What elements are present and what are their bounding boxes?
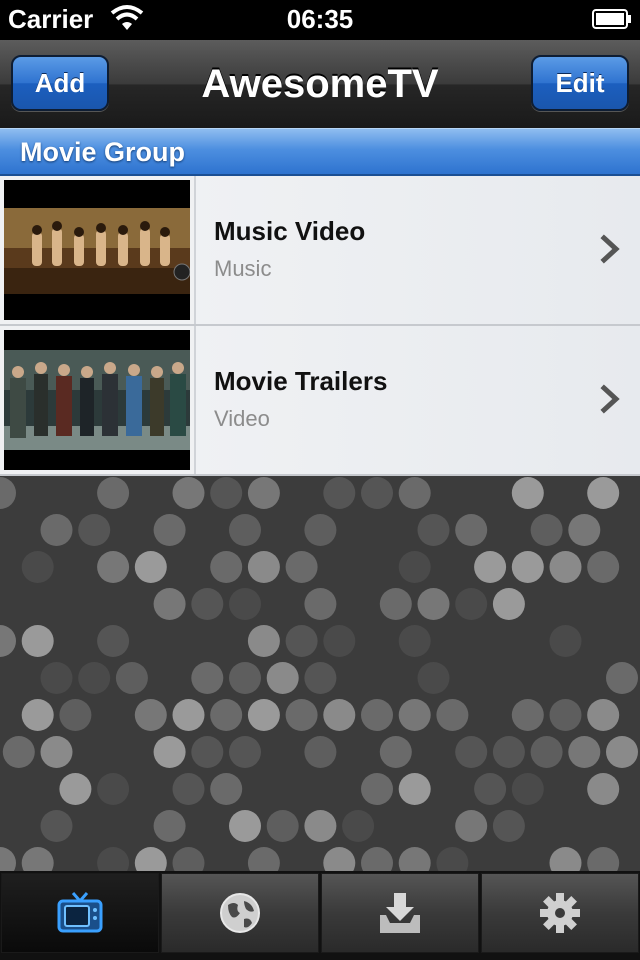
status-bar: Carrier 06:35 [0,0,640,40]
tab-downloads[interactable] [321,873,479,953]
add-button[interactable]: Add [11,55,109,111]
list-item-movie-trailers[interactable]: Movie Trailers Video [0,326,640,476]
row-title: Movie Trailers [214,366,388,396]
thumbnail-cell [0,176,196,324]
background-pattern [0,476,640,871]
section-header: Movie Group [0,128,640,176]
chevron-right-icon [600,384,622,414]
row-subtitle: Music [214,256,272,281]
row-title: Music Video [214,216,366,246]
navigation-bar: AwesomeTV Add Edit [0,40,640,129]
edit-button[interactable]: Edit [531,55,629,111]
list-item-music-video[interactable]: Music Video Music [0,176,640,326]
video-thumbnail [4,330,190,470]
tab-tv[interactable] [1,873,159,953]
tab-settings[interactable] [481,873,639,953]
battery-icon [592,9,632,29]
video-thumbnail [4,180,190,320]
row-subtitle: Video [214,406,270,431]
chevron-right-icon [600,234,622,264]
thumbnail-cell [0,326,196,474]
clock-time: 06:35 [286,4,354,34]
tab-globe[interactable] [161,873,319,953]
tab-bar [0,871,640,960]
section-title: Movie Group [20,137,186,167]
